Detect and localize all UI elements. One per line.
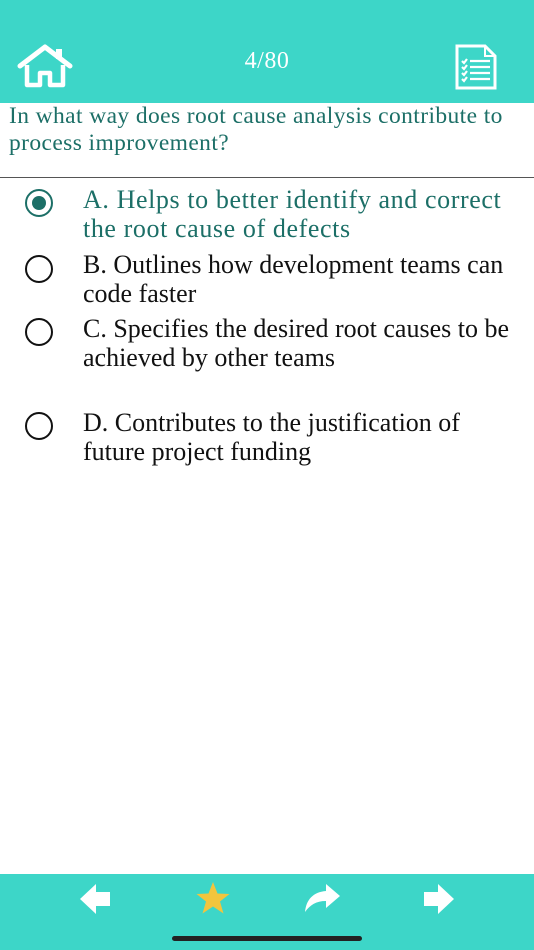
radio-selected-icon[interactable] <box>25 189 53 217</box>
question-list-icon[interactable] <box>455 44 497 90</box>
forward-arrow-icon[interactable] <box>416 880 460 918</box>
option-b-label: B. Outlines how development teams can co… <box>83 250 504 308</box>
radio-icon[interactable] <box>25 255 53 283</box>
star-icon[interactable] <box>191 880 235 918</box>
radio-icon[interactable] <box>25 318 53 346</box>
top-bar: 4/80 <box>0 0 534 103</box>
option-d-label: D. Contributes to the justification of f… <box>83 408 460 466</box>
question-text: In what way does root cause analysis con… <box>9 103 503 156</box>
home-indicator[interactable] <box>172 936 362 941</box>
share-icon[interactable] <box>300 880 344 918</box>
question-counter: 4/80 <box>244 48 290 74</box>
option-a-label: A. Helps to better identify and correct … <box>83 185 502 243</box>
back-arrow-icon[interactable] <box>74 880 118 918</box>
radio-icon[interactable] <box>25 412 53 440</box>
bottom-toolbar <box>0 874 534 950</box>
option-c-label: C. Specifies the desired root causes to … <box>83 314 509 372</box>
divider <box>0 177 534 178</box>
